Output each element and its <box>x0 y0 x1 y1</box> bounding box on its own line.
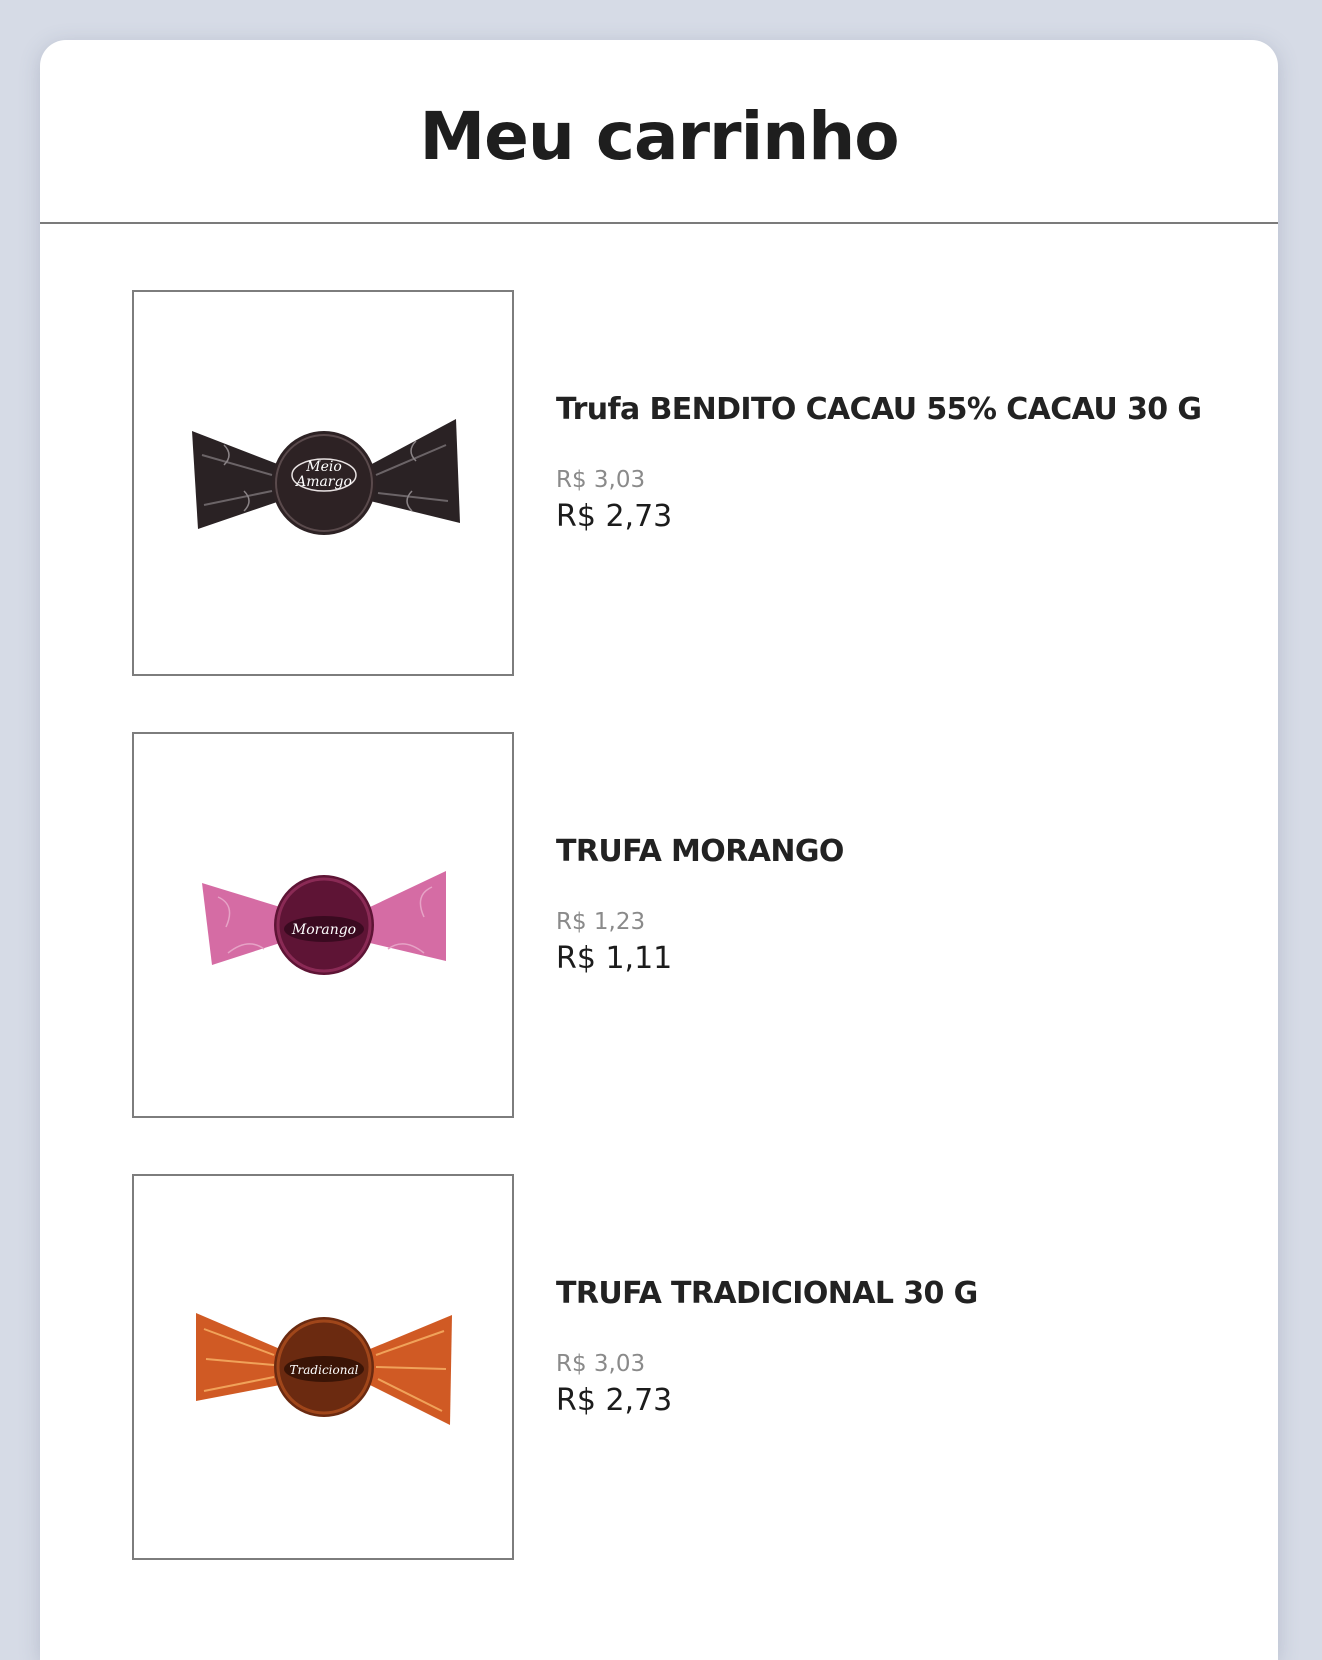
cart-header: Meu carrinho <box>40 40 1278 224</box>
product-name[interactable]: TRUFA MORANGO <box>556 834 1236 869</box>
wrapper-label: Amargo <box>294 474 352 490</box>
wrapper-label: Meio <box>305 459 342 475</box>
current-price: R$ 1,11 <box>556 941 673 976</box>
old-price: R$ 3,03 <box>556 467 646 493</box>
current-price: R$ 2,73 <box>556 1383 673 1418</box>
cart-item[interactable]: Morango TRUFA MORANGO R$ 1,23 R$ 1,11 <box>132 732 1232 1122</box>
cart-item[interactable]: Tradicional TRUFA TRADICIONAL 30 G R$ 3,… <box>132 1174 1232 1564</box>
cart-item[interactable]: Meio Amargo Trufa BENDITO CACAU 55% CACA… <box>132 290 1232 680</box>
product-name[interactable]: TRUFA TRADICIONAL 30 G <box>556 1276 1236 1311</box>
wrapper-label: Morango <box>291 922 356 938</box>
truffle-traditional-image: Tradicional <box>196 1313 452 1425</box>
current-price: R$ 2,73 <box>556 499 673 534</box>
cart-card: Meu carrinho Meio Amargo Trufa BENDITO C… <box>40 40 1278 1660</box>
page-title: Meu carrinho <box>419 97 899 175</box>
wrapper-label: Tradicional <box>290 1363 359 1377</box>
truffle-strawberry-image: Morango <box>202 871 446 975</box>
product-image[interactable]: Tradicional <box>132 1174 514 1560</box>
product-name[interactable]: Trufa BENDITO CACAU 55% CACAU 30 G <box>556 392 1236 427</box>
product-info: Trufa BENDITO CACAU 55% CACAU 30 G R$ 3,… <box>556 392 1236 534</box>
product-image[interactable]: Meio Amargo <box>132 290 514 676</box>
old-price: R$ 1,23 <box>556 909 646 935</box>
product-info: TRUFA TRADICIONAL 30 G R$ 3,03 R$ 2,73 <box>556 1276 1236 1418</box>
truffle-dark-image: Meio Amargo <box>192 419 460 535</box>
product-image[interactable]: Morango <box>132 732 514 1118</box>
product-info: TRUFA MORANGO R$ 1,23 R$ 1,11 <box>556 834 1236 976</box>
old-price: R$ 3,03 <box>556 1351 646 1377</box>
